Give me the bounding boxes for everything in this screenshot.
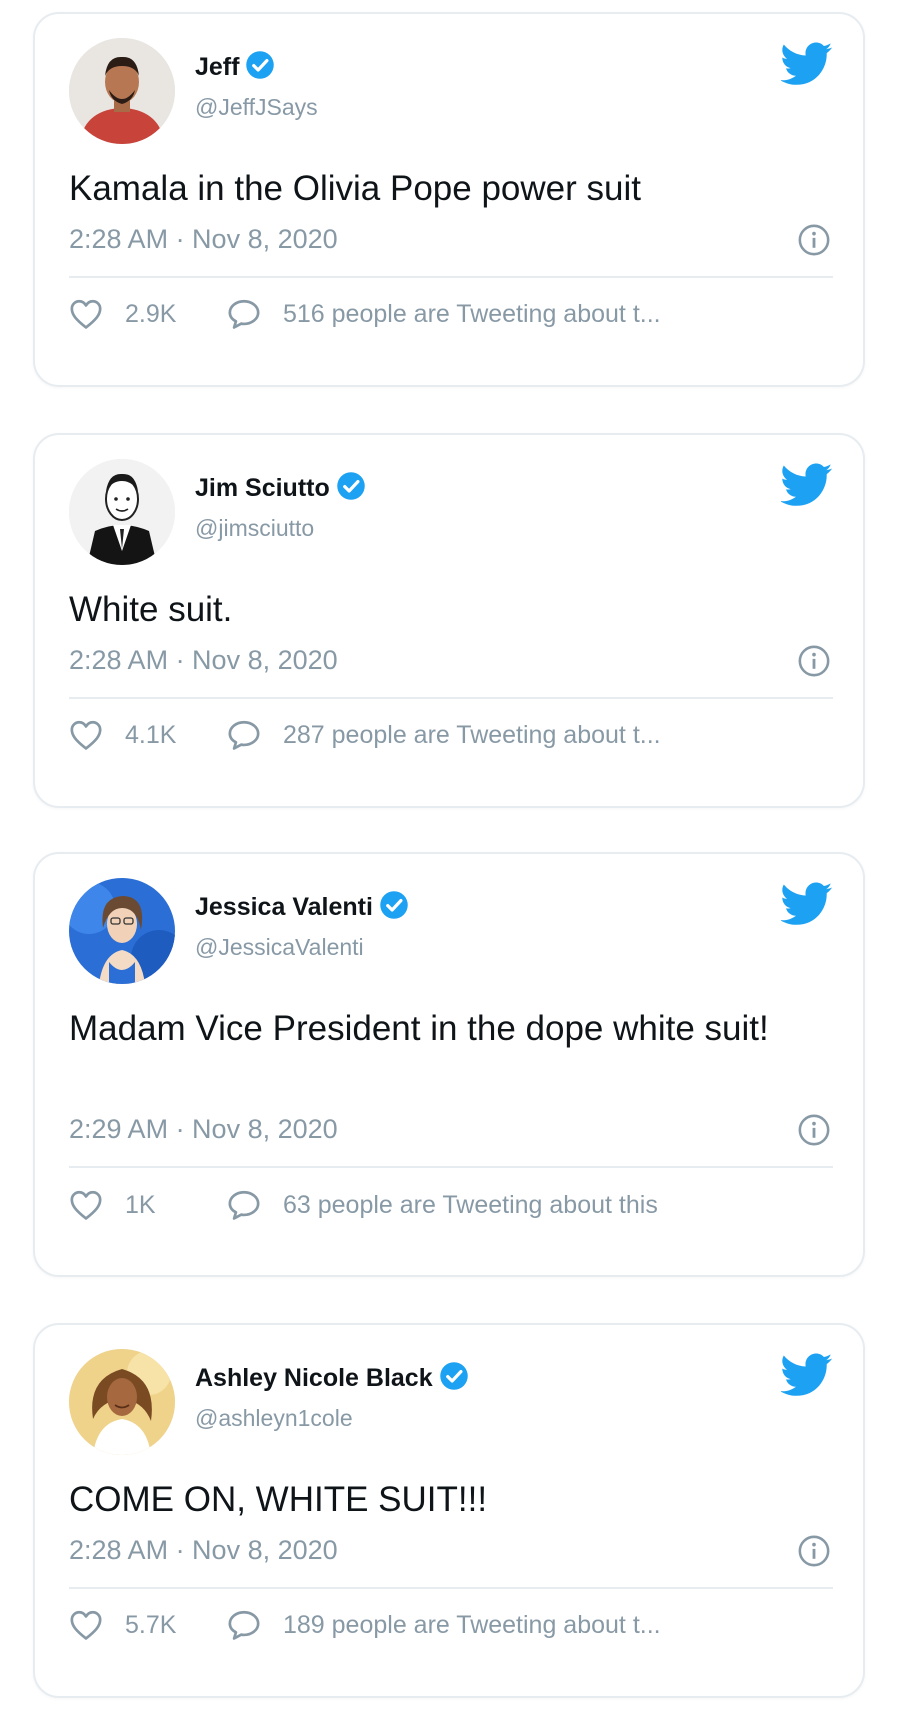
avatar[interactable] bbox=[69, 1349, 175, 1455]
discussion-label: 516 people are Tweeting about t... bbox=[283, 299, 661, 328]
verified-badge-icon bbox=[337, 472, 365, 500]
author-name[interactable]: Ashley Nicole Black bbox=[195, 1361, 469, 1393]
tweet-feed: Jeff @JeffJSays Kamala in the Olivia Pop… bbox=[0, 0, 900, 1722]
heart-icon bbox=[70, 720, 102, 750]
discussion-link[interactable]: 63 people are Tweeting about this bbox=[227, 1189, 658, 1221]
author-handle[interactable]: @JeffJSays bbox=[195, 94, 318, 121]
tweet-timestamp[interactable]: 2:29 AM · Nov 8, 2020 bbox=[69, 1114, 338, 1145]
author-name[interactable]: Jessica Valenti bbox=[195, 890, 409, 922]
like-count: 4.1K bbox=[125, 720, 177, 749]
speech-bubble-icon bbox=[228, 1190, 260, 1220]
like-button[interactable]: 5.7K bbox=[69, 1609, 181, 1641]
twitter-bird-icon[interactable] bbox=[781, 463, 833, 507]
like-count: 2.9K bbox=[125, 299, 177, 328]
verified-badge-icon bbox=[380, 891, 408, 919]
author-name[interactable]: Jeff bbox=[195, 50, 275, 82]
verified-badge-icon bbox=[246, 51, 275, 79]
divider bbox=[69, 1587, 833, 1589]
like-count: 5.7K bbox=[125, 1610, 177, 1639]
divider bbox=[69, 697, 833, 699]
discussion-link[interactable]: 516 people are Tweeting about t... bbox=[227, 298, 661, 330]
tweet-timestamp[interactable]: 2:28 AM · Nov 8, 2020 bbox=[69, 1535, 338, 1566]
tweet-card[interactable]: Jeff @JeffJSays Kamala in the Olivia Pop… bbox=[33, 12, 865, 387]
divider bbox=[69, 1166, 833, 1168]
twitter-bird-icon[interactable] bbox=[781, 1353, 833, 1397]
action-bar: 1K 63 people are Tweeting about this bbox=[69, 1185, 833, 1225]
author-handle[interactable]: @jimsciutto bbox=[195, 515, 314, 542]
speech-bubble-icon bbox=[228, 720, 260, 750]
heart-icon bbox=[70, 1610, 102, 1640]
tweet-text: COME ON, WHITE SUIT!!! bbox=[69, 1480, 488, 1519]
like-count: 1K bbox=[125, 1190, 156, 1219]
info-icon[interactable] bbox=[797, 644, 831, 678]
like-button[interactable]: 1K bbox=[69, 1189, 181, 1221]
author-handle[interactable]: @JessicaValenti bbox=[195, 934, 364, 961]
tweet-text: White suit. bbox=[69, 590, 233, 629]
avatar[interactable] bbox=[69, 38, 175, 144]
tweet-card[interactable]: Jessica Valenti @JessicaValenti Madam Vi… bbox=[33, 852, 865, 1277]
author-name[interactable]: Jim Sciutto bbox=[195, 471, 366, 503]
tweet-text: Kamala in the Olivia Pope power suit bbox=[69, 169, 641, 208]
speech-bubble-icon bbox=[228, 1610, 260, 1640]
discussion-label: 63 people are Tweeting about this bbox=[283, 1190, 658, 1219]
discussion-link[interactable]: 287 people are Tweeting about t... bbox=[227, 719, 661, 751]
avatar[interactable] bbox=[69, 459, 175, 565]
tweet-timestamp[interactable]: 2:28 AM · Nov 8, 2020 bbox=[69, 224, 338, 255]
discussion-label: 287 people are Tweeting about t... bbox=[283, 720, 661, 749]
tweet-timestamp[interactable]: 2:28 AM · Nov 8, 2020 bbox=[69, 645, 338, 676]
action-bar: 2.9K 516 people are Tweeting about t... bbox=[69, 294, 833, 334]
info-icon[interactable] bbox=[797, 223, 831, 257]
tweet-text: Madam Vice President in the dope white s… bbox=[69, 1009, 769, 1048]
twitter-bird-icon[interactable] bbox=[781, 882, 833, 926]
tweet-card[interactable]: Ashley Nicole Black @ashleyn1cole COME O… bbox=[33, 1323, 865, 1698]
discussion-link[interactable]: 189 people are Tweeting about t... bbox=[227, 1609, 661, 1641]
speech-bubble-icon bbox=[228, 299, 260, 329]
discussion-label: 189 people are Tweeting about t... bbox=[283, 1610, 661, 1639]
info-icon[interactable] bbox=[797, 1534, 831, 1568]
info-icon[interactable] bbox=[797, 1113, 831, 1147]
divider bbox=[69, 276, 833, 278]
author-handle[interactable]: @ashleyn1cole bbox=[195, 1405, 353, 1432]
heart-icon bbox=[70, 1190, 102, 1220]
action-bar: 4.1K 287 people are Tweeting about t... bbox=[69, 715, 833, 755]
tweet-card[interactable]: Jim Sciutto @jimsciutto White suit. 2:28… bbox=[33, 433, 865, 808]
avatar[interactable] bbox=[69, 878, 175, 984]
like-button[interactable]: 4.1K bbox=[69, 719, 181, 751]
verified-badge-icon bbox=[439, 1362, 468, 1390]
heart-icon bbox=[70, 299, 102, 329]
twitter-bird-icon[interactable] bbox=[781, 42, 833, 86]
like-button[interactable]: 2.9K bbox=[69, 298, 181, 330]
action-bar: 5.7K 189 people are Tweeting about t... bbox=[69, 1605, 833, 1645]
